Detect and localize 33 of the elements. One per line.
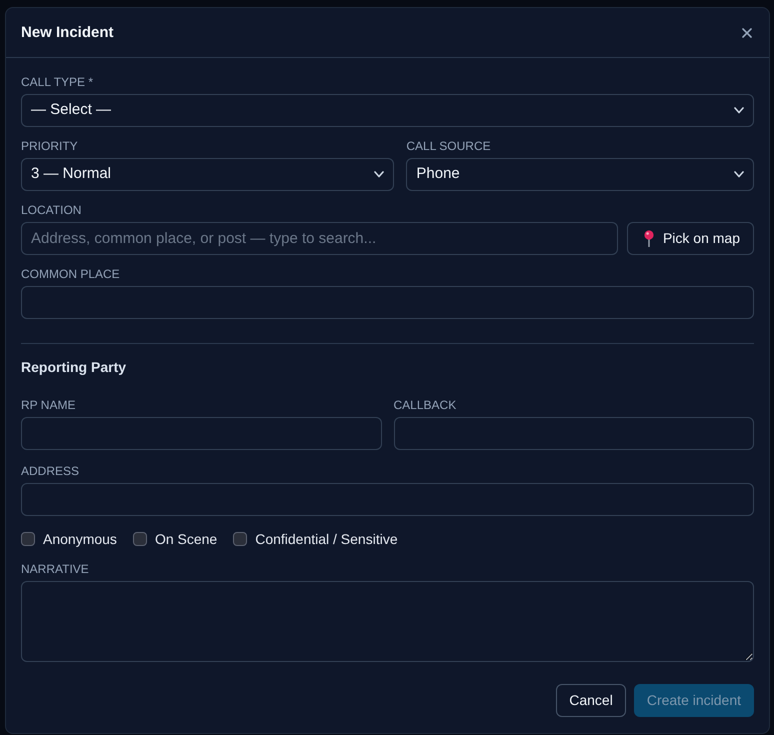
chevron-down-icon	[734, 107, 744, 114]
field-label: CALL SOURCE	[406, 138, 492, 154]
field-label: LOCATION	[21, 202, 82, 218]
field-label: COMMON PLACE	[21, 266, 121, 282]
narrative-field[interactable]	[21, 581, 754, 662]
checkbox-label: Anonymous	[43, 530, 117, 549]
dialog-title: New Incident	[21, 22, 114, 42]
checkbox[interactable]	[132, 532, 147, 546]
rp-name-field[interactable]	[21, 417, 382, 450]
call-type-dropdown[interactable]: — Select —	[21, 94, 754, 127]
chevron-down-icon	[374, 171, 384, 178]
checkbox-label: On Scene	[154, 530, 218, 549]
field-label: NARRATIVE	[21, 561, 90, 577]
cancel-button[interactable]: Cancel	[556, 684, 626, 717]
chevron-down-icon	[734, 171, 744, 178]
callback-field[interactable]	[394, 417, 754, 450]
pin-icon	[644, 230, 654, 247]
field-label: ADDRESS	[21, 463, 80, 479]
address-field[interactable]	[21, 483, 754, 516]
field-label: RP NAME	[21, 397, 76, 413]
section-heading: Reporting Party	[21, 358, 128, 377]
field-label: CALL TYPE *	[21, 74, 94, 90]
priority-dropdown[interactable]: 3 — Normal	[21, 158, 394, 191]
field-label: CALLBACK	[394, 397, 458, 413]
field-label: PRIORITY	[21, 138, 79, 154]
location-search-field[interactable]: Address, common place, or post — type to search...	[21, 222, 618, 255]
close-icon	[742, 28, 752, 38]
common-place-field[interactable]	[21, 286, 754, 319]
checkbox[interactable]	[233, 532, 248, 546]
checkbox[interactable]	[21, 532, 35, 546]
pick-on-map-button[interactable]: Pick on map	[626, 222, 754, 255]
checkbox-label: Confidential / Sensitive	[255, 530, 398, 549]
call-source-dropdown[interactable]: Phone	[406, 158, 754, 191]
